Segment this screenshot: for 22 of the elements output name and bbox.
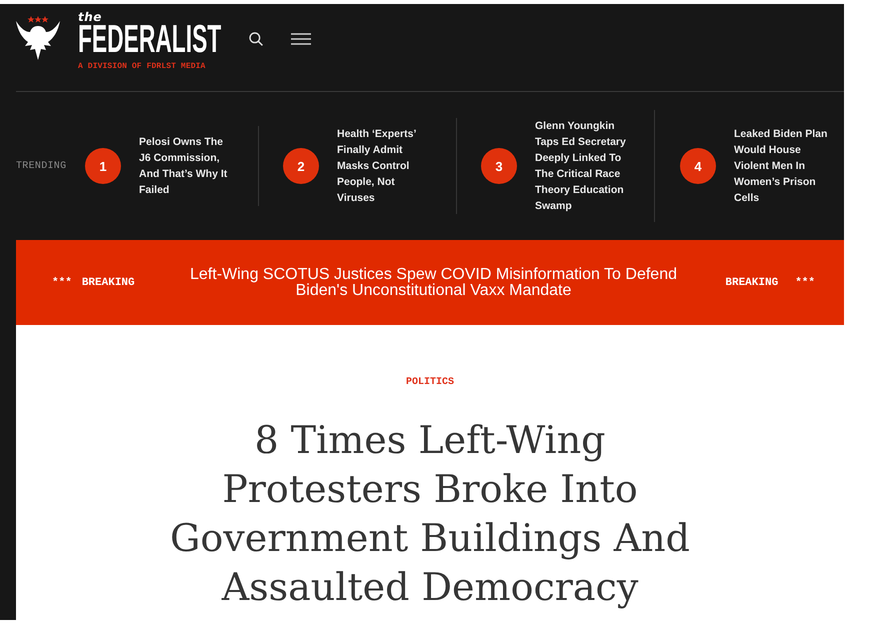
- eagle-logo-icon[interactable]: [16, 15, 60, 60]
- breaking-label: BREAKING: [82, 276, 135, 288]
- trending-headline-link[interactable]: Health ‘Experts’ Finally Admit Masks Control People, Not Viruses: [337, 126, 433, 206]
- breaking-headline-link[interactable]: Left-Wing SCOTUS Justices Spew COVID Misinformation To Defend Biden's Unconstitutional Vaxx Mandate: [178, 266, 688, 298]
- trending-label: TRENDING: [16, 160, 68, 172]
- brand-prefix: the: [78, 11, 102, 23]
- trending-headline-link[interactable]: Leaked Biden Plan Would House Violent Men In Women’s Prison Cells: [734, 126, 830, 206]
- asterisks-mark: ***: [795, 276, 815, 288]
- search-icon[interactable]: [249, 32, 263, 46]
- trending-headline-link[interactable]: Pelosi Owns The J6 Commission, And That’s Why It Failed: [139, 134, 235, 198]
- breaking-label: BREAKING: [725, 276, 778, 288]
- rank-badge: 1: [85, 148, 121, 184]
- category-link[interactable]: POLITICS: [406, 377, 454, 389]
- rank-badge: 4: [680, 148, 716, 184]
- menu-icon[interactable]: [291, 33, 311, 45]
- article-title: 8 Times Left-Wing Protesters Broke Into Government Buildings And Assaulted Democracy: [169, 417, 691, 611]
- rank-badge: 2: [283, 148, 319, 184]
- rank-badge: 3: [481, 148, 517, 184]
- brand-tagline: A DIVISION OF FDRLST MEDIA: [78, 62, 206, 72]
- brand-name: FEDERALIST: [78, 24, 222, 56]
- trending-headline-link[interactable]: Glenn Youngkin Taps Ed Secretary Deeply Linked To The Critical Race Theory Education Swamp: [535, 118, 631, 214]
- asterisks-mark: ***: [52, 276, 72, 288]
